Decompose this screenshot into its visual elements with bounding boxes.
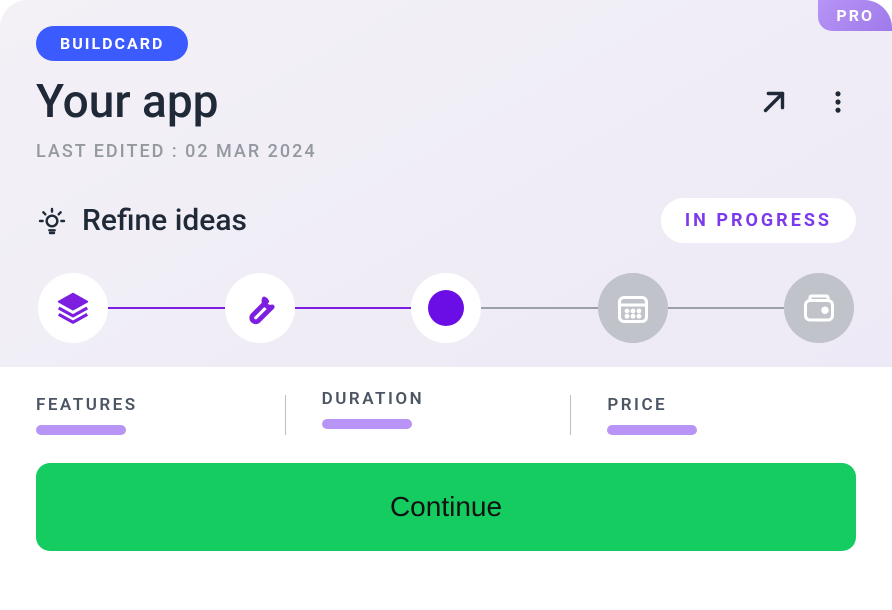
stepper [36,273,856,343]
open-external-button[interactable] [756,84,792,120]
lightbulb-icon [36,205,68,237]
title-actions [756,84,856,120]
last-edited: LAST EDITED : 02 MAR 2024 [36,141,856,162]
pro-badge: PRO [818,0,892,31]
loading-bar-icon [322,419,412,429]
stepper-connector [481,307,598,309]
card-upper: PRO BUILDCARD Your app LAST EDITED : 02 … [0,0,892,367]
layers-icon [54,289,92,327]
refine-row: Refine ideas IN PROGRESS [36,198,856,243]
current-step-dot-icon [428,290,464,326]
refine-left: Refine ideas [36,203,247,238]
wallet-icon [801,290,837,326]
step-payment[interactable] [784,273,854,343]
metric-features: FEATURES [36,395,285,435]
metric-label: DURATION [322,389,571,409]
more-vertical-icon [824,88,852,116]
loading-bar-icon [607,425,697,435]
metric-label: FEATURES [36,395,285,415]
stepper-connector [668,307,785,309]
step-configure[interactable] [225,273,295,343]
step-current[interactable] [411,273,481,343]
continue-button[interactable]: Continue [36,463,856,551]
metrics-row: FEATURES DURATION PRICE [36,395,856,435]
app-title: Your app [36,75,219,129]
arrow-up-right-icon [757,85,791,119]
metric-label: PRICE [607,395,856,415]
more-menu-button[interactable] [820,84,856,120]
calendar-icon [615,290,651,326]
stepper-connector [108,307,225,309]
loading-bar-icon [36,425,126,435]
card-lower: FEATURES DURATION PRICE Continue [0,367,892,579]
refine-text: Refine ideas [82,203,247,238]
step-features[interactable] [38,273,108,343]
metric-duration: DURATION [285,395,571,435]
wrench-icon [241,289,279,327]
title-row: Your app [36,75,856,129]
status-badge: IN PROGRESS [661,198,856,243]
metric-price: PRICE [570,395,856,435]
step-schedule[interactable] [598,273,668,343]
buildcard-badge: BUILDCARD [36,26,188,61]
buildcard: PRO BUILDCARD Your app LAST EDITED : 02 … [0,0,892,610]
stepper-connector [295,307,412,309]
